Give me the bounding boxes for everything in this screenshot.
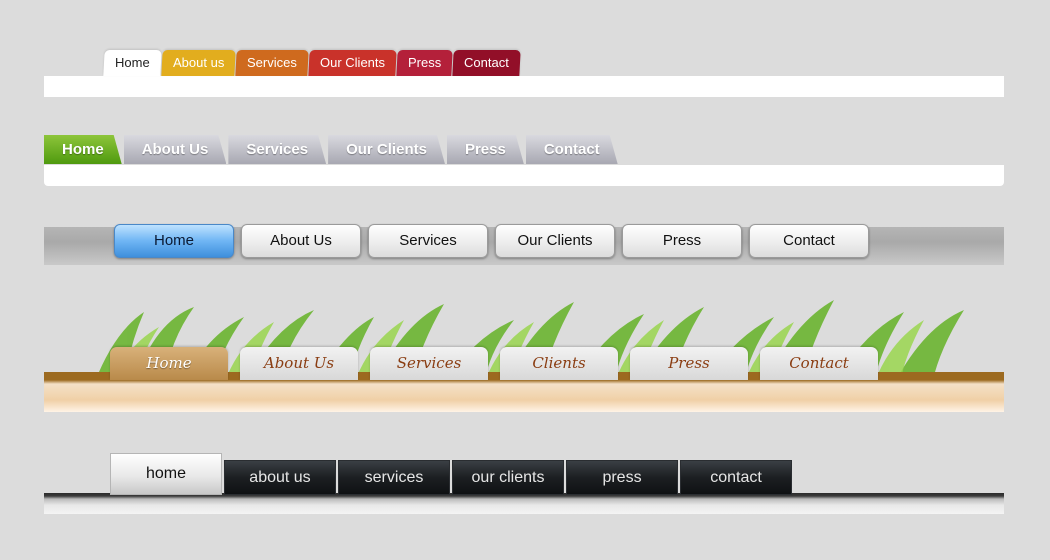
tab-our-clients[interactable]: Our Clients — [328, 135, 445, 164]
menu-content-bar — [44, 165, 1004, 186]
button-home[interactable]: Home — [114, 224, 234, 258]
button-press[interactable]: Press — [622, 224, 742, 258]
tab-home[interactable]: Home — [103, 50, 162, 76]
tab-contact[interactable]: Contact — [452, 50, 521, 76]
tab-label: Our Clients — [319, 55, 385, 70]
tab-list: Home About us Services Our Clients Press… — [103, 50, 521, 76]
button-our-clients[interactable]: Our Clients — [495, 224, 615, 258]
tab-label: Press — [407, 55, 442, 70]
tab-services[interactable]: Services — [228, 135, 326, 164]
tab-contact[interactable]: Contact — [526, 135, 618, 164]
tab-press[interactable]: Press — [396, 50, 453, 76]
tab-contact[interactable]: contact — [680, 460, 792, 495]
tab-press[interactable]: press — [566, 460, 678, 495]
tab-label: Contact — [464, 55, 509, 70]
tab-home[interactable]: Home — [110, 347, 228, 380]
menu-content-bar — [44, 493, 1004, 514]
button-services[interactable]: Services — [368, 224, 488, 258]
tab-label: Home — [115, 55, 150, 70]
tab-services[interactable]: Services — [370, 347, 488, 380]
tab-list: home about us services our clients press… — [110, 453, 794, 495]
tab-home[interactable]: home — [110, 453, 222, 495]
tab-about-us[interactable]: About us — [161, 50, 236, 76]
tab-services[interactable]: Services — [235, 50, 309, 76]
tab-our-clients[interactable]: our clients — [452, 460, 564, 495]
nav-menu-colored: Home About us Services Our Clients Press… — [44, 46, 1004, 98]
tab-press[interactable]: Press — [630, 347, 748, 380]
tab-label: About us — [172, 55, 225, 70]
menu-content-bar — [44, 76, 1004, 97]
tab-label: Services — [247, 55, 297, 70]
tab-about-us[interactable]: about us — [224, 460, 336, 495]
tab-our-clients[interactable]: Our Clients — [308, 50, 397, 76]
nav-menu-dark: home about us services our clients press… — [44, 451, 1004, 515]
tab-list: Home About Us Services Our Clients Press… — [44, 135, 620, 164]
button-list: Home About Us Services Our Clients Press… — [114, 224, 876, 258]
tab-about-us[interactable]: About Us — [124, 135, 227, 164]
button-about-us[interactable]: About Us — [241, 224, 361, 258]
tab-contact[interactable]: Contact — [760, 347, 878, 380]
tab-list: Home About Us Services Clients Press Con… — [110, 347, 890, 380]
button-contact[interactable]: Contact — [749, 224, 869, 258]
tab-press[interactable]: Press — [447, 135, 524, 164]
tab-services[interactable]: services — [338, 460, 450, 495]
nav-menu-grass: Home About Us Services Clients Press Con… — [44, 292, 1004, 412]
nav-menu-buttons: Home About Us Services Our Clients Press… — [44, 224, 1004, 265]
nav-menu-silver: Home About Us Services Our Clients Press… — [44, 134, 1004, 188]
tab-home[interactable]: Home — [44, 135, 122, 164]
tab-clients[interactable]: Clients — [500, 347, 618, 380]
tab-about-us[interactable]: About Us — [240, 347, 358, 380]
